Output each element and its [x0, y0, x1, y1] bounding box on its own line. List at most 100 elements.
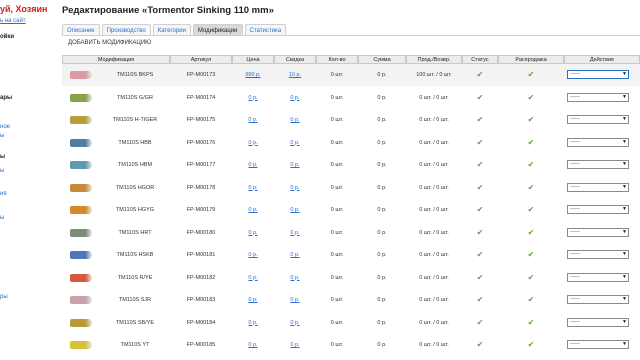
status-check-icon[interactable]: ✔ — [475, 177, 485, 199]
col-header-modification[interactable]: Модификация — [62, 55, 170, 64]
sidebar-item-link-a[interactable]: ы — [0, 133, 4, 139]
discount-link[interactable]: 0 р. — [274, 312, 316, 334]
action-select[interactable]: ------ ▼ — [567, 92, 629, 102]
price-link[interactable]: 0 р. — [232, 199, 274, 221]
sales-returns-cell: 0 шт. / 0 шт. — [419, 184, 449, 191]
action-select[interactable]: ------ ▼ — [567, 295, 629, 304]
sale-check-icon[interactable]: ✔ — [526, 154, 536, 176]
sum-cell: 0 р. — [377, 72, 387, 78]
status-check-icon[interactable]: ✔ — [475, 312, 485, 334]
sidebar-item-new[interactable]: ное — [0, 124, 10, 130]
sale-check-icon[interactable]: ✔ — [526, 267, 536, 289]
discount-link[interactable]: 0 р. — [274, 177, 316, 199]
action-select[interactable]: ------ ▼ — [567, 317, 629, 327]
discount-link[interactable]: 0 р. — [274, 334, 316, 356]
price-link[interactable]: 0 р. — [232, 177, 274, 199]
discount-link[interactable]: 0 р. — [274, 199, 316, 221]
col-header-sale[interactable]: Распродажа — [498, 55, 564, 64]
discount-link[interactable]: 0 р. — [274, 222, 316, 244]
col-header-status[interactable]: Статус — [462, 55, 498, 64]
status-check-icon[interactable]: ✔ — [475, 199, 485, 221]
discount-link[interactable]: 0 р. — [274, 154, 316, 176]
status-check-icon[interactable]: ✔ — [475, 334, 485, 356]
price-link[interactable]: 0 р. — [232, 87, 274, 109]
sale-check-icon[interactable]: ✔ — [526, 222, 536, 244]
sku-cell: FP-M00175 — [186, 117, 216, 123]
discount-link[interactable]: 0 р. — [274, 244, 316, 266]
sidebar-item-products[interactable]: ары — [0, 95, 12, 101]
chevron-down-icon: ▼ — [622, 161, 627, 167]
chevron-down-icon: ▼ — [622, 183, 627, 190]
table-row: TM110S SB/YE FP-M00184 0 р. 0 р. 0 шт. 0 р. 0 … — [62, 312, 640, 334]
discount-link[interactable]: 10 р. — [274, 64, 316, 86]
action-select[interactable]: ------ ▼ — [567, 160, 629, 169]
sale-check-icon[interactable]: ✔ — [526, 177, 536, 199]
chevron-down-icon: ▼ — [622, 251, 627, 257]
sidebar-item-link-e[interactable]: ры — [0, 294, 8, 300]
price-link[interactable]: 0 р. — [232, 244, 274, 266]
sum-cell: 0 р. — [377, 342, 387, 348]
col-header-sales[interactable]: Прод./Возвр. — [406, 55, 462, 64]
status-check-icon[interactable]: ✔ — [475, 132, 485, 154]
price-link[interactable]: 990 р. — [232, 64, 274, 86]
sale-check-icon[interactable]: ✔ — [526, 289, 536, 311]
sidebar-item-link-c[interactable]: ия — [0, 191, 7, 197]
sum-cell: 0 р. — [377, 139, 387, 146]
status-check-icon[interactable]: ✔ — [475, 87, 485, 109]
action-select[interactable]: ------ ▼ — [567, 205, 629, 214]
status-check-icon[interactable]: ✔ — [475, 244, 485, 266]
sale-check-icon[interactable]: ✔ — [526, 87, 536, 109]
sidebar-item-settings[interactable]: ойки — [0, 34, 14, 40]
discount-link[interactable]: 0 р. — [274, 109, 316, 131]
price-link[interactable]: 0 р. — [232, 132, 274, 154]
status-check-icon[interactable]: ✔ — [475, 222, 485, 244]
col-header-action[interactable]: Действие — [564, 55, 640, 64]
price-link[interactable]: 0 р. — [232, 267, 274, 289]
action-select-value: ------ — [570, 206, 580, 212]
add-modification-link[interactable]: ДОБАВИТЬ МОДИФИКАЦИЮ — [68, 40, 151, 46]
sale-check-icon[interactable]: ✔ — [526, 199, 536, 221]
col-header-sku[interactable]: Артикул — [170, 55, 232, 64]
sidebar-item-section[interactable]: ы — [0, 154, 5, 160]
action-select[interactable]: ------ ▼ — [567, 250, 629, 259]
price-link[interactable]: 0 р. — [232, 289, 274, 311]
col-header-price[interactable]: Цена — [232, 55, 274, 64]
price-link[interactable]: 0 р. — [232, 109, 274, 131]
discount-link[interactable]: 0 р. — [274, 289, 316, 311]
sale-check-icon[interactable]: ✔ — [526, 334, 536, 356]
discount-link[interactable]: 0 р. — [274, 132, 316, 154]
action-select[interactable]: ------ ▼ — [567, 115, 629, 124]
sale-check-icon[interactable]: ✔ — [526, 132, 536, 154]
col-header-sum[interactable]: Сумма — [358, 55, 406, 64]
sale-check-icon[interactable]: ✔ — [526, 64, 536, 86]
price-link[interactable]: 0 р. — [232, 312, 274, 334]
sale-check-icon[interactable]: ✔ — [526, 109, 536, 131]
price-link[interactable]: 0 р. — [232, 154, 274, 176]
sku-cell: FP-M00174 — [186, 94, 216, 101]
modification-name: TM110S BKPS — [116, 72, 154, 78]
action-select[interactable]: ------ ▼ — [567, 272, 629, 282]
col-header-qty[interactable]: Кол-во — [316, 55, 358, 64]
action-select[interactable]: ------ ▼ — [567, 70, 629, 79]
action-select[interactable]: ------ ▼ — [567, 182, 629, 192]
sale-check-icon[interactable]: ✔ — [526, 312, 536, 334]
status-check-icon[interactable]: ✔ — [475, 109, 485, 131]
discount-link[interactable]: 0 р. — [274, 267, 316, 289]
discount-link[interactable]: 0 р. — [274, 87, 316, 109]
price-link[interactable]: 0 р. — [232, 334, 274, 356]
action-select[interactable]: ------ ▼ — [567, 340, 629, 349]
price-link[interactable]: 0 р. — [232, 222, 274, 244]
go-to-site-link[interactable]: ь на сайт — [0, 18, 26, 24]
status-check-icon[interactable]: ✔ — [475, 64, 485, 86]
qty-cell: 0 шт. — [330, 184, 344, 191]
sku-cell: FP-M00180 — [186, 229, 216, 236]
action-select[interactable]: ------ ▼ — [567, 137, 629, 147]
status-check-icon[interactable]: ✔ — [475, 154, 485, 176]
sidebar-item-link-d[interactable]: ы — [0, 215, 4, 221]
col-header-discount[interactable]: Скидка — [274, 55, 316, 64]
status-check-icon[interactable]: ✔ — [475, 289, 485, 311]
status-check-icon[interactable]: ✔ — [475, 267, 485, 289]
action-select[interactable]: ------ ▼ — [567, 227, 629, 237]
sale-check-icon[interactable]: ✔ — [526, 244, 536, 266]
sidebar-item-link-b[interactable]: ы — [0, 168, 4, 174]
